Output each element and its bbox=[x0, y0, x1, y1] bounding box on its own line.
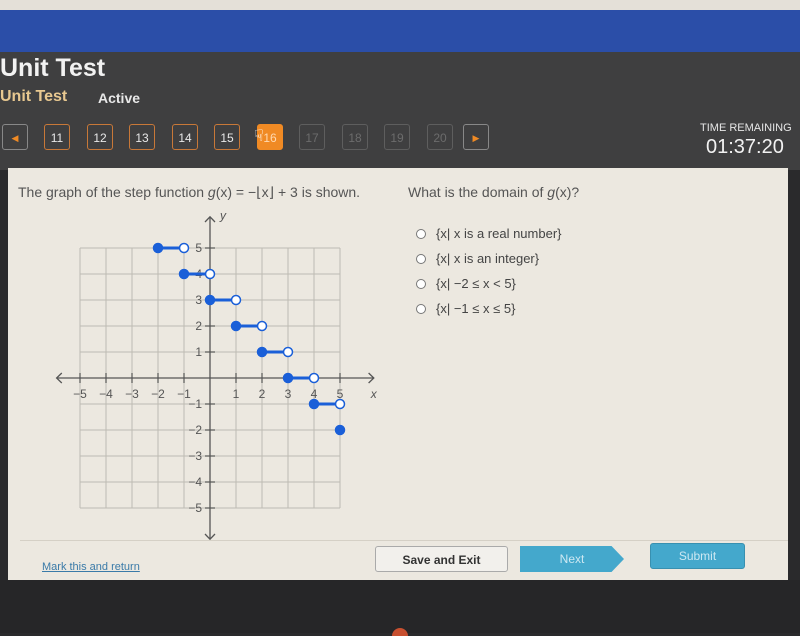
closed-endpoint bbox=[230, 320, 242, 332]
open-endpoint bbox=[230, 294, 242, 306]
closed-endpoint bbox=[178, 268, 190, 280]
y-tick-label: −4 bbox=[188, 475, 202, 489]
question-nav-button[interactable]: 17 bbox=[299, 124, 325, 150]
closed-endpoint bbox=[204, 294, 216, 306]
question-formula: (x) = −⌊x⌋ + 3 is shown. bbox=[215, 184, 361, 200]
triangle-left-icon: ◀ bbox=[11, 133, 19, 143]
question-nav-button[interactable]: 11 bbox=[44, 124, 70, 150]
y-tick-label: −3 bbox=[188, 449, 202, 463]
closed-endpoint bbox=[282, 372, 294, 384]
mark-and-return-link[interactable]: Mark this and return bbox=[42, 561, 140, 573]
question-nav-button[interactable]: 13 bbox=[129, 124, 155, 150]
triangle-right-icon: ▶ bbox=[472, 133, 480, 143]
breadcrumb-unit[interactable]: Unit Test bbox=[0, 88, 67, 106]
open-endpoint bbox=[178, 242, 190, 254]
x-tick-label: −2 bbox=[151, 387, 165, 401]
open-endpoint bbox=[256, 320, 268, 332]
question-nav-button[interactable]: 18 bbox=[342, 124, 368, 150]
x-tick-label: −3 bbox=[125, 387, 139, 401]
x-tick-label: 3 bbox=[285, 387, 292, 401]
browser-top-strip bbox=[0, 0, 800, 10]
question-nav-button[interactable]: 14 bbox=[172, 124, 198, 150]
cursor-hand-icon: ☟ bbox=[254, 128, 264, 145]
answer-option[interactable]: {x| −2 ≤ x < 5} bbox=[416, 271, 562, 296]
y-tick-label: 3 bbox=[195, 293, 202, 307]
prompt-function: g bbox=[547, 184, 556, 200]
y-axis-label: y bbox=[219, 210, 227, 222]
radio-button[interactable] bbox=[416, 228, 426, 239]
submit-button[interactable]: Submit bbox=[650, 543, 745, 569]
closed-endpoint bbox=[152, 242, 164, 254]
y-tick-label: 1 bbox=[195, 345, 202, 359]
closed-endpoint bbox=[256, 346, 268, 358]
open-endpoint bbox=[282, 346, 294, 358]
prev-question-button[interactable]: ◀ bbox=[2, 124, 28, 150]
next-question-button[interactable]: ▶ bbox=[463, 124, 489, 150]
header-bar bbox=[0, 52, 800, 170]
y-tick-label: −2 bbox=[188, 423, 202, 437]
answer-option[interactable]: {x| −1 ≤ x ≤ 5} bbox=[416, 296, 562, 321]
question-nav-button[interactable]: 12 bbox=[87, 124, 113, 150]
y-tick-label: −1 bbox=[188, 397, 202, 411]
option-label: {x| −1 ≤ x ≤ 5} bbox=[436, 301, 516, 316]
monitor-bezel bbox=[0, 580, 800, 633]
x-tick-label: 2 bbox=[259, 387, 266, 401]
y-tick-label: 5 bbox=[195, 241, 202, 255]
next-button[interactable]: Next bbox=[520, 546, 624, 572]
status-label: Active bbox=[98, 90, 141, 106]
time-remaining-label: TIME REMAINING bbox=[700, 122, 792, 134]
time-remaining-value: 01:37:20 bbox=[706, 136, 784, 158]
prompt-suffix: (x)? bbox=[555, 184, 580, 200]
page-title: Unit Test bbox=[0, 54, 106, 82]
x-tick-label: 1 bbox=[233, 387, 240, 401]
x-tick-label: −5 bbox=[73, 387, 87, 401]
option-label: {x| −2 ≤ x < 5} bbox=[436, 276, 516, 291]
footer-divider bbox=[20, 540, 788, 541]
prompt-prefix: What is the domain of bbox=[408, 184, 548, 200]
save-and-exit-button[interactable]: Save and Exit bbox=[375, 546, 508, 572]
question-nav-button[interactable]: 15 bbox=[214, 124, 240, 150]
open-endpoint bbox=[204, 268, 216, 280]
answer-options: {x| x is a real number} {x| x is an inte… bbox=[416, 221, 562, 321]
x-tick-label: −4 bbox=[99, 387, 113, 401]
step-function-graph: −5−4−3−2−11234554321−1−2−3−4−5xy bbox=[55, 210, 378, 540]
question-nav-button[interactable]: 20 bbox=[427, 124, 453, 150]
option-label: {x| x is an integer} bbox=[436, 251, 540, 266]
radio-button[interactable] bbox=[416, 278, 426, 289]
y-tick-label: 2 bbox=[195, 319, 202, 333]
top-banner bbox=[0, 10, 800, 52]
open-endpoint bbox=[308, 372, 320, 384]
open-endpoint bbox=[334, 398, 346, 410]
question-nav-button[interactable]: 19 bbox=[384, 124, 410, 150]
answer-option[interactable]: {x| x is a real number} bbox=[416, 221, 562, 246]
function-name: g bbox=[207, 184, 216, 200]
question-prompt: What is the domain of g(x)? bbox=[408, 184, 579, 200]
radio-button[interactable] bbox=[416, 303, 426, 314]
question-text-prefix: The graph of the step function bbox=[18, 184, 208, 200]
x-axis-label: x bbox=[370, 387, 378, 401]
answer-option[interactable]: {x| x is an integer} bbox=[416, 246, 562, 271]
question-text: The graph of the step function g(x) = −⌊… bbox=[18, 184, 360, 201]
option-label: {x| x is a real number} bbox=[436, 226, 562, 241]
closed-endpoint bbox=[308, 398, 320, 410]
isolated-point bbox=[334, 424, 346, 436]
y-tick-label: −5 bbox=[188, 501, 202, 515]
radio-button[interactable] bbox=[416, 253, 426, 264]
